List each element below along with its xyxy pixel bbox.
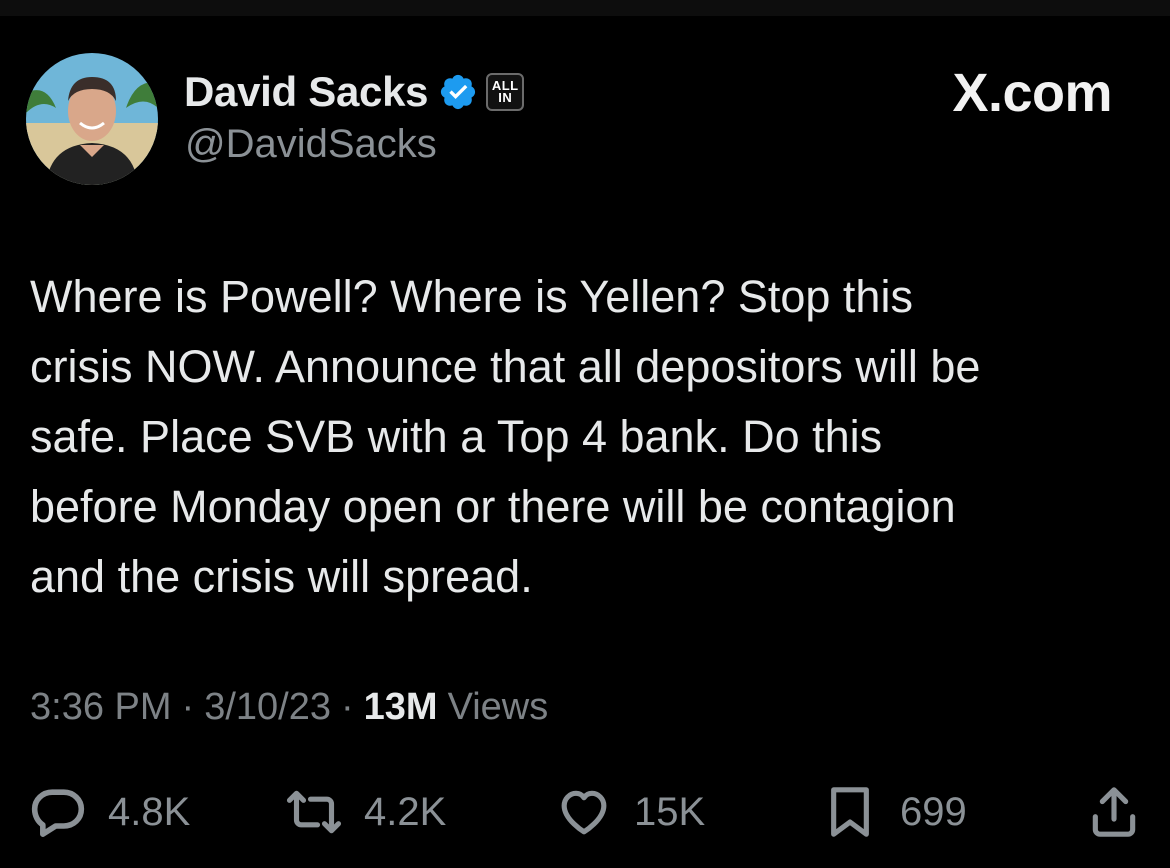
tweet-date[interactable]: 3/10/23 [204, 686, 331, 729]
share-button[interactable] [1086, 780, 1142, 844]
top-strip [0, 0, 1170, 16]
bookmark-button[interactable]: 699 [822, 780, 967, 844]
reply-button[interactable]: 4.8K [30, 780, 190, 844]
tweet-time[interactable]: 3:36 PM [30, 686, 172, 729]
like-icon [561, 790, 607, 835]
all-in-affiliate-badge[interactable]: ALL IN [486, 73, 525, 111]
repost-button[interactable]: 4.2K [286, 780, 446, 844]
avatar[interactable] [26, 53, 158, 185]
share-icon [1092, 787, 1136, 837]
badge-line-2: IN [498, 90, 513, 105]
views-label: Views [447, 686, 549, 728]
like-count: 15K [634, 789, 706, 834]
author-handle[interactable]: @DavidSacks [185, 122, 437, 167]
like-button[interactable]: 15K [556, 780, 705, 844]
views-count: 13M [363, 686, 438, 728]
meta-separator: · [340, 686, 354, 728]
reply-count: 4.8K [108, 789, 191, 834]
repost-count: 4.2K [364, 789, 447, 834]
author-name-row: David Sacks ALL IN [184, 66, 525, 118]
author-display-name[interactable]: David Sacks [184, 68, 429, 116]
tweet-text: Where is Powell? Where is Yellen? Stop t… [30, 271, 981, 602]
action-bar: 4.8K 4.2K 15K 699 [0, 780, 1170, 844]
bookmark-icon [831, 787, 869, 837]
tweet-meta: 3:36 PM · 3/10/23 · 13M Views [30, 686, 548, 729]
meta-separator: · [181, 686, 195, 728]
verified-badge-icon [441, 74, 476, 110]
repost-icon [286, 790, 342, 834]
reply-icon [31, 789, 85, 837]
brand-watermark: X.com [952, 63, 1112, 123]
bookmark-count: 699 [900, 789, 967, 834]
